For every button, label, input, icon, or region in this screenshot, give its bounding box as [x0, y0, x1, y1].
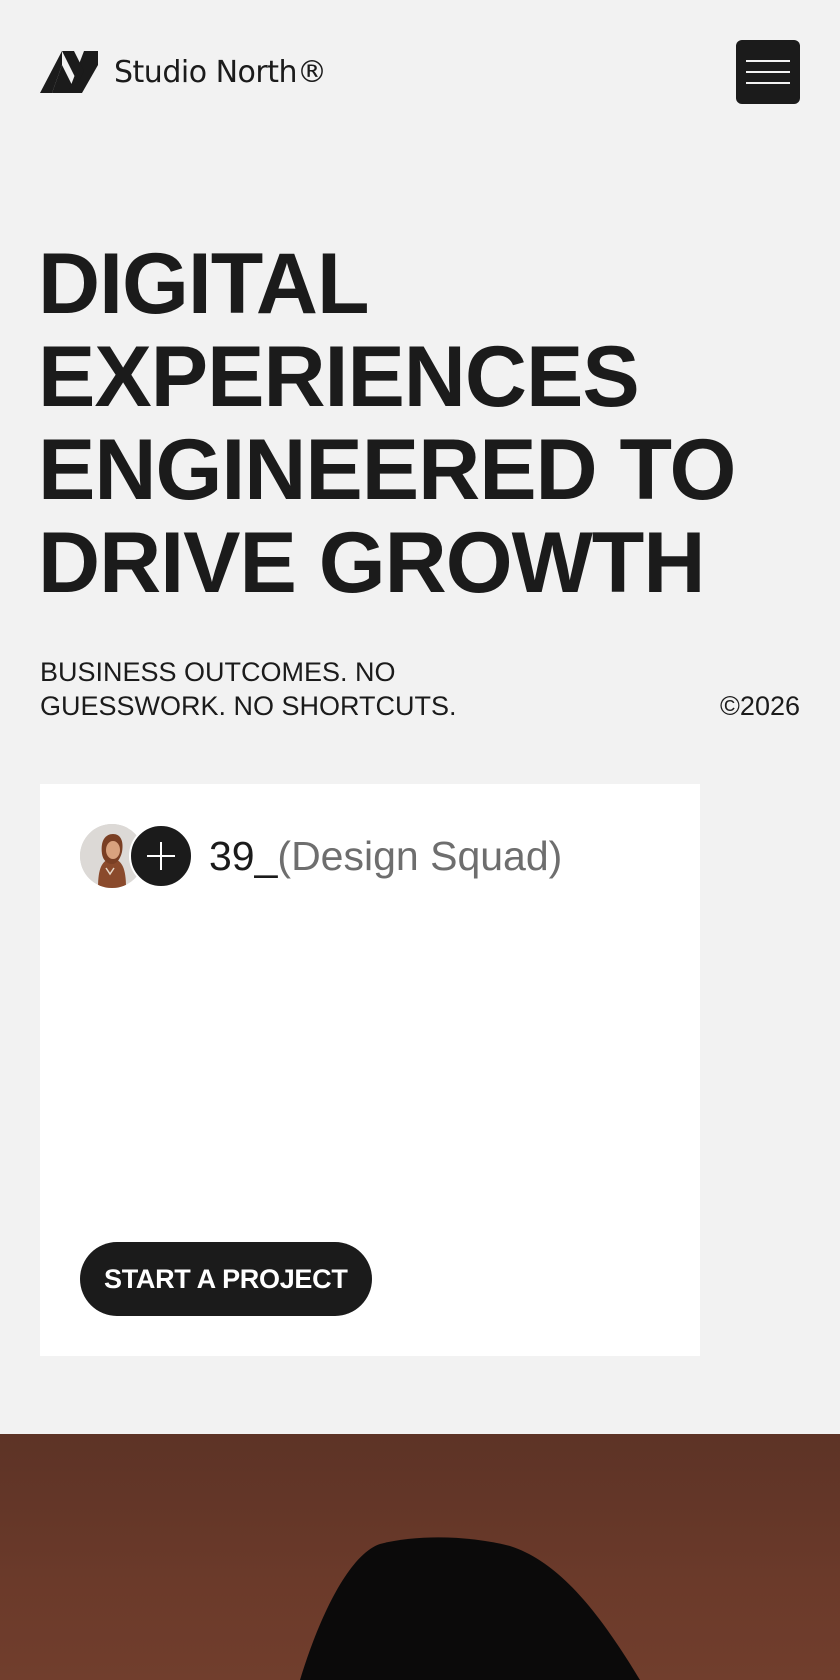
studio-north-logo-icon [40, 51, 98, 93]
team-card: 39_ (Design Squad) START A PROJECT [40, 784, 700, 1356]
team-count: 39_ [209, 832, 278, 879]
site-header: Studio North® [40, 40, 800, 104]
team-row: 39_ (Design Squad) [80, 824, 562, 888]
hero-line: DRIVE GROWTH [38, 515, 705, 611]
tagline-line: BUSINESS OUTCOMES. NO [40, 657, 396, 687]
hero-line: ENGINEERED TO [38, 422, 736, 518]
team-label: (Design Squad) [277, 832, 563, 879]
hooded-figure-silhouette-image [300, 1537, 640, 1680]
brand-name: Studio North® [114, 54, 327, 90]
hamburger-menu-icon [746, 60, 790, 62]
hero-line: DIGITAL [38, 236, 370, 332]
tagline: BUSINESS OUTCOMES. NO GUESSWORK. NO SHOR… [40, 655, 500, 723]
start-project-button[interactable]: START A PROJECT [80, 1242, 372, 1316]
hero-media-image [0, 1434, 840, 1680]
brand[interactable]: Studio North® [40, 51, 327, 93]
hamburger-menu-icon-line [746, 71, 790, 73]
hamburger-menu-icon-line [746, 82, 790, 84]
menu-button[interactable] [736, 40, 800, 104]
hero-heading: DIGITAL EXPERIENCES ENGINEERED TO DRIVE … [38, 238, 818, 610]
copyright-year: ©2026 [720, 691, 800, 721]
plus-icon [147, 842, 175, 870]
tagline-line: GUESSWORK. NO SHORTCUTS. [40, 691, 457, 721]
hero-line: EXPERIENCES [38, 329, 640, 425]
add-member-button[interactable] [129, 824, 193, 888]
